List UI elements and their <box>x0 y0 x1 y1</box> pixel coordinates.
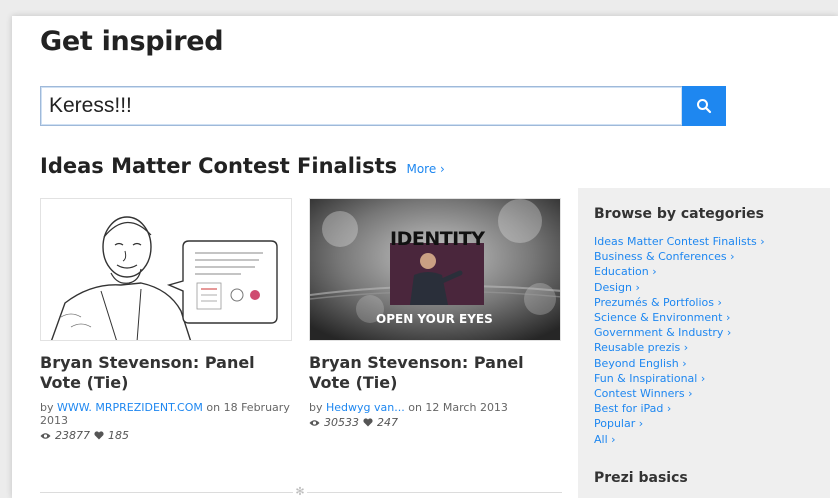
category-link[interactable]: Prezumés & Portfolios › <box>594 295 765 310</box>
prezi-card: IDENTITY OPEN YOUR EYES Bryan Stevenson:… <box>309 198 561 429</box>
card-title[interactable]: Bryan Stevenson: Panel Vote (Tie) <box>40 353 292 393</box>
category-list: Ideas Matter Contest Finalists › Busines… <box>594 234 765 447</box>
search-bar <box>40 86 726 126</box>
categories-sidebar: Browse by categories Ideas Matter Contes… <box>578 188 830 498</box>
search-button[interactable] <box>682 86 726 126</box>
heart-icon <box>94 431 104 440</box>
eye-icon <box>309 419 320 426</box>
sidebar-title: Browse by categories <box>594 206 764 222</box>
eye-icon <box>40 432 51 439</box>
section-title: Ideas Matter Contest Finalists <box>40 154 398 178</box>
identity-photo-thumbnail: IDENTITY OPEN YOUR EYES <box>310 199 560 340</box>
category-link[interactable]: Science & Environment › <box>594 310 765 325</box>
page-panel: Get inspired Ideas Matter Contest Finali… <box>12 16 838 498</box>
thumb-bottom-text: OPEN YOUR EYES <box>376 312 493 326</box>
category-link[interactable]: Education › <box>594 264 765 279</box>
category-link[interactable]: Beyond English › <box>594 356 765 371</box>
category-link[interactable]: All › <box>594 432 765 447</box>
category-link[interactable]: Popular › <box>594 416 765 431</box>
sidebar-title-basics: Prezi basics <box>594 470 688 486</box>
category-link[interactable]: Fun & Inspirational › <box>594 371 765 386</box>
like-count: 247 <box>377 416 398 429</box>
heart-icon <box>363 418 373 427</box>
category-link[interactable]: Contest Winners › <box>594 386 765 401</box>
prezi-thumbnail[interactable] <box>40 198 292 341</box>
category-link[interactable]: Design › <box>594 280 765 295</box>
section-header: Ideas Matter Contest Finalists More › <box>40 154 445 178</box>
prezi-thumbnail[interactable]: IDENTITY OPEN YOUR EYES <box>309 198 561 341</box>
sketch-portrait-illustration <box>41 199 291 340</box>
author-link[interactable]: WWW. MRPREZIDENT.COM <box>57 401 203 414</box>
card-stats: 23877 185 <box>40 429 292 442</box>
card-date: on 12 March 2013 <box>408 401 508 414</box>
category-link[interactable]: Government & Industry › <box>594 325 765 340</box>
author-link[interactable]: Hedwyg van... <box>326 401 405 414</box>
search-icon <box>697 99 712 114</box>
category-link[interactable]: Reusable prezis › <box>594 340 765 355</box>
category-link[interactable]: Business & Conferences › <box>594 249 765 264</box>
view-count: 30533 <box>324 416 359 429</box>
prezi-card: Bryan Stevenson: Panel Vote (Tie) by WWW… <box>40 198 292 442</box>
page-title: Get inspired <box>40 26 224 57</box>
view-count: 23877 <box>55 429 90 442</box>
card-meta: by Hedwyg van... on 12 March 2013 <box>309 401 508 414</box>
snowflake-icon: ✻ <box>293 484 307 498</box>
search-input[interactable] <box>40 86 682 126</box>
category-link[interactable]: Ideas Matter Contest Finalists › <box>594 234 765 249</box>
card-title[interactable]: Bryan Stevenson: Panel Vote (Tie) <box>309 353 561 393</box>
category-link[interactable]: Best for iPad › <box>594 401 765 416</box>
like-count: 185 <box>108 429 129 442</box>
thumb-top-text: IDENTITY <box>390 228 485 250</box>
card-meta: by WWW. MRPREZIDENT.COM on 18 February 2… <box>40 401 290 427</box>
card-stats: 30533 247 <box>309 416 561 429</box>
more-link[interactable]: More › <box>406 162 444 176</box>
